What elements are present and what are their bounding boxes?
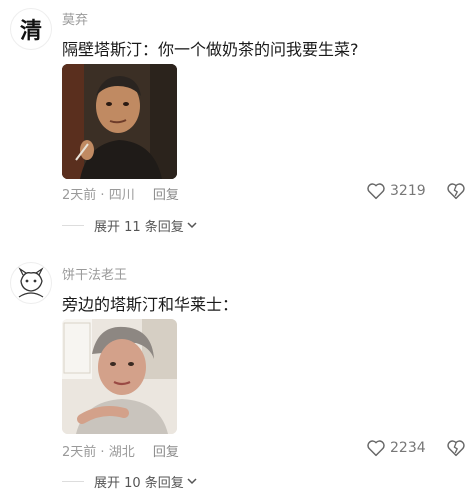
comment-image[interactable] bbox=[62, 64, 177, 179]
avatar[interactable] bbox=[10, 262, 52, 304]
dislike-button[interactable] bbox=[446, 439, 466, 461]
man-photo bbox=[62, 64, 177, 179]
like-button[interactable]: 2234 bbox=[366, 439, 426, 457]
meta-separator: · bbox=[96, 188, 109, 203]
chevron-down-icon bbox=[187, 478, 197, 485]
broken-heart-icon bbox=[447, 183, 465, 200]
expand-replies[interactable]: 展开 11 条回复 bbox=[62, 216, 197, 235]
reply-button[interactable]: 回复 bbox=[153, 188, 179, 203]
comment-time: 2天前 bbox=[62, 188, 97, 203]
expand-label: 展开 11 条回复 bbox=[94, 220, 184, 235]
dislike-button[interactable] bbox=[446, 182, 466, 204]
expand-label: 展开 10 条回复 bbox=[94, 476, 184, 491]
broken-heart-icon bbox=[447, 440, 465, 457]
chevron-down-icon bbox=[187, 222, 197, 229]
sketch-avatar-icon bbox=[12, 264, 50, 302]
comment-location: 湖北 bbox=[108, 445, 135, 460]
expand-replies[interactable]: 展开 10 条回复 bbox=[62, 472, 197, 491]
heart-outline-icon bbox=[367, 440, 385, 457]
comment-text: 旁边的塔斯汀和华莱士： bbox=[62, 295, 239, 314]
heart-outline-icon bbox=[367, 183, 385, 200]
avatar[interactable]: 清 bbox=[10, 8, 52, 50]
reply-button[interactable]: 回复 bbox=[153, 445, 179, 460]
expand-line bbox=[62, 225, 84, 226]
comment-location: 四川 bbox=[108, 188, 135, 203]
woman-photo bbox=[62, 319, 177, 434]
username[interactable]: 莫弃 bbox=[62, 9, 88, 28]
comment-meta: 2天前 · 四川 回复 bbox=[62, 184, 179, 203]
comment-text: 隔壁塔斯汀：你一个做奶茶的问我要生菜? bbox=[62, 40, 359, 59]
like-button[interactable]: 3219 bbox=[366, 182, 426, 200]
expand-line bbox=[62, 481, 84, 482]
comment-time: 2天前 bbox=[62, 445, 97, 460]
avatar-char: 清 bbox=[19, 18, 42, 44]
username[interactable]: 饼干法老王 bbox=[62, 264, 127, 283]
meta-separator: · bbox=[96, 445, 109, 460]
comment-image[interactable] bbox=[62, 319, 177, 434]
like-count: 3219 bbox=[390, 183, 426, 199]
comment-meta: 2天前 · 湖北 回复 bbox=[62, 441, 179, 460]
like-count: 2234 bbox=[390, 440, 426, 456]
